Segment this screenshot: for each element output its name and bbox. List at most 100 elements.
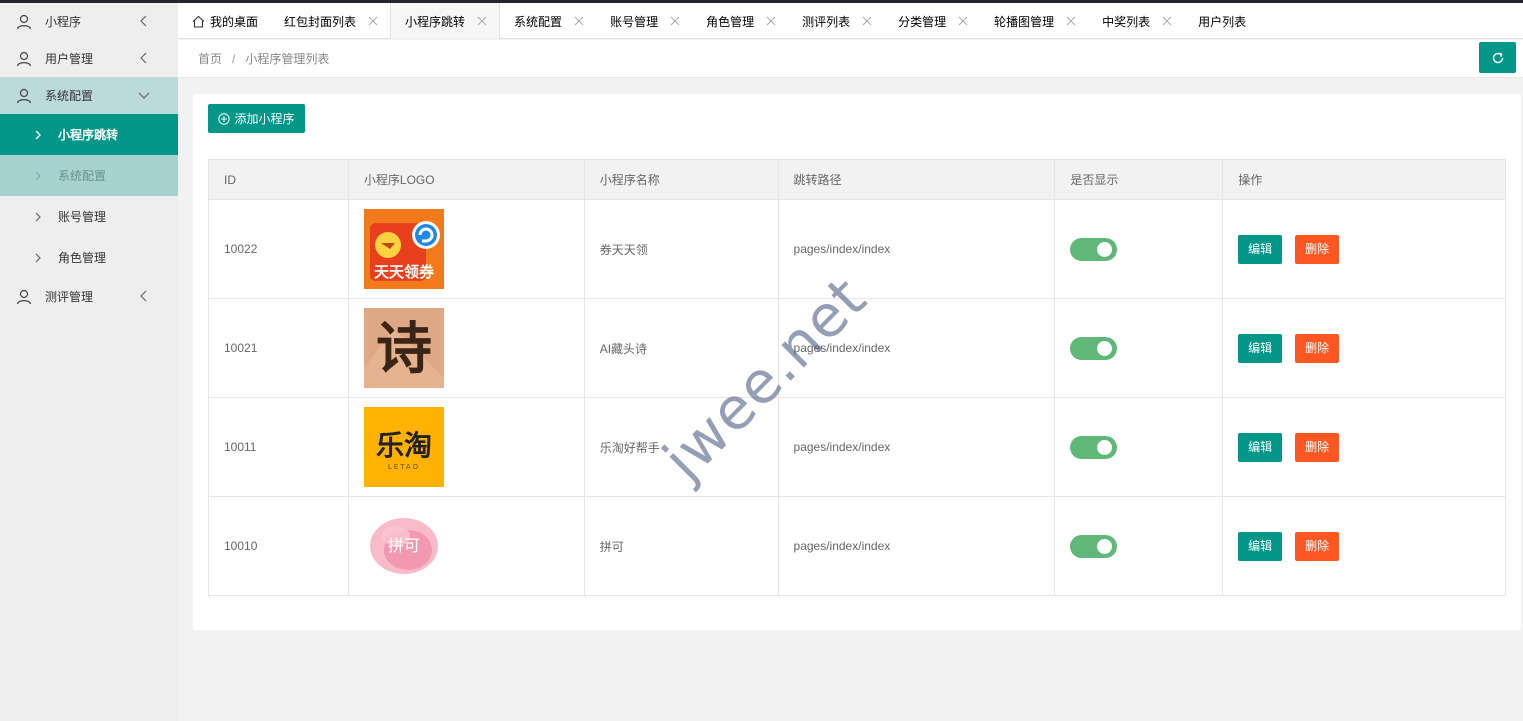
cell-path: pages/index/index	[777, 199, 1056, 299]
chevron-left-icon	[140, 290, 147, 302]
visibility-toggle[interactable]	[1070, 336, 1118, 360]
tab-categories[interactable]: 分类管理	[884, 3, 980, 39]
cell-path: pages/index/index	[777, 397, 1056, 497]
edit-button[interactable]: 编辑	[1238, 333, 1283, 363]
user-icon	[16, 51, 32, 66]
close-icon[interactable]	[958, 16, 968, 26]
delete-button[interactable]: 删除	[1295, 531, 1340, 561]
chevron-right-icon	[35, 253, 41, 262]
chevron-left-icon	[140, 52, 147, 64]
chevron-right-icon	[35, 130, 41, 139]
cell-logo: 拼可	[347, 496, 585, 596]
svg-text:LETAO: LETAO	[388, 463, 420, 471]
edit-button[interactable]: 编辑	[1238, 234, 1283, 264]
sidebar-item-label: 系统配置	[45, 89, 94, 103]
refresh-button[interactable]	[1479, 42, 1516, 73]
table-row: 10022 天天领券 券天天领 pages/index/index 编辑 删除	[208, 199, 1506, 299]
close-icon[interactable]	[766, 16, 776, 26]
close-icon[interactable]	[477, 16, 487, 26]
cell-name: 券天天领	[583, 199, 779, 299]
visibility-toggle[interactable]	[1070, 237, 1118, 261]
toggle-knob	[1097, 340, 1113, 356]
toggle-knob	[1097, 439, 1113, 455]
tab-roles[interactable]: 角色管理	[692, 3, 788, 39]
home-icon	[192, 15, 205, 28]
table-row: 10010 拼可 拼可 pages/index/index 编辑 删除	[208, 496, 1506, 596]
visibility-toggle[interactable]	[1070, 435, 1118, 459]
sidebar-item-users[interactable]: 用户管理	[0, 40, 178, 77]
close-icon[interactable]	[574, 16, 584, 26]
cell-logo: 天天领券	[347, 199, 585, 299]
tab-accounts[interactable]: 账号管理	[596, 3, 692, 39]
close-icon[interactable]	[670, 16, 680, 26]
table-header-row: ID 小程序LOGO 小程序名称 跳转路径 是否显示 操作	[208, 159, 1506, 200]
add-button-label: 添加小程序	[234, 112, 295, 126]
visibility-toggle[interactable]	[1070, 534, 1118, 558]
tab-red-envelope-list[interactable]: 红包封面列表	[270, 3, 390, 39]
sidebar-subitem-system-config[interactable]: 系统配置	[0, 155, 178, 196]
delete-button[interactable]: 删除	[1295, 234, 1340, 264]
sidebar-subitem-label: 账号管理	[58, 210, 107, 224]
cell-logo: 诗	[347, 298, 585, 398]
close-icon[interactable]	[1162, 16, 1172, 26]
letao-logo-image: 乐淘 LETAO	[363, 407, 444, 487]
cell-id: 10021	[208, 298, 349, 398]
sidebar-subitem-roles[interactable]: 角色管理	[0, 237, 178, 278]
cell-visible	[1054, 199, 1224, 299]
close-icon[interactable]	[368, 16, 378, 26]
tab-label: 分类管理	[898, 14, 947, 29]
chevron-down-icon	[138, 92, 150, 99]
tab-users[interactable]: 用户列表	[1184, 3, 1258, 39]
sidebar-item-label: 小程序	[45, 15, 82, 29]
table-row: 10021 诗 AI藏头诗 pages/index/index 编辑 删除	[208, 298, 1506, 398]
breadcrumb-home[interactable]: 首页	[198, 50, 222, 67]
toggle-knob	[1097, 241, 1113, 257]
sidebar-subitem-miniprogram-jump[interactable]: 小程序跳转	[0, 114, 178, 155]
column-header-id: ID	[208, 159, 349, 200]
table-row: 10011 乐淘 LETAO 乐淘好帮手 pages/index/index 编…	[208, 397, 1506, 497]
tab-label: 我的桌面	[210, 14, 259, 29]
breadcrumb: 首页 / 小程序管理列表	[178, 40, 1523, 78]
tab-desktop[interactable]: 我的桌面	[178, 3, 270, 39]
tab-label: 红包封面列表	[284, 14, 357, 29]
tab-label: 小程序跳转	[405, 14, 466, 29]
chevron-left-icon	[140, 15, 147, 27]
chevron-right-icon	[35, 171, 41, 180]
tab-system-config[interactable]: 系统配置	[500, 3, 596, 39]
sidebar-subitem-accounts[interactable]: 账号管理	[0, 196, 178, 237]
tab-label: 用户列表	[1198, 14, 1247, 29]
cell-path: pages/index/index	[777, 496, 1056, 596]
breadcrumb-current: 小程序管理列表	[245, 52, 330, 66]
tab-winners[interactable]: 中奖列表	[1088, 3, 1184, 39]
column-header-path: 跳转路径	[777, 159, 1056, 200]
pinke-logo-image: 拼可	[363, 506, 444, 586]
close-icon[interactable]	[862, 16, 872, 26]
user-icon	[16, 289, 32, 304]
close-icon[interactable]	[1066, 16, 1076, 26]
svg-text:诗: 诗	[376, 316, 432, 382]
cell-id: 10022	[208, 199, 349, 299]
tab-label: 角色管理	[706, 14, 755, 29]
column-header-actions: 操作	[1222, 159, 1506, 200]
cell-visible	[1054, 496, 1224, 596]
sidebar: 小程序 用户管理 系统配置 小程序跳转 系统配置 账号管理 角色管理 测评管理	[0, 3, 178, 721]
add-miniprogram-button[interactable]: 添加小程序	[208, 104, 305, 133]
tab-evaluation-list[interactable]: 测评列表	[788, 3, 884, 39]
user-icon	[16, 14, 32, 29]
sidebar-subitem-label: 系统配置	[58, 169, 107, 183]
sidebar-item-system-config[interactable]: 系统配置	[0, 77, 178, 114]
column-header-visible: 是否显示	[1054, 159, 1224, 200]
tab-label: 系统配置	[514, 14, 563, 29]
cell-path: pages/index/index	[777, 298, 1056, 398]
poem-logo-image: 诗	[363, 308, 444, 388]
edit-button[interactable]: 编辑	[1238, 432, 1283, 462]
tab-carousel[interactable]: 轮播图管理	[980, 3, 1088, 39]
tab-label: 中奖列表	[1102, 14, 1151, 29]
cell-visible	[1054, 298, 1224, 398]
delete-button[interactable]: 删除	[1295, 432, 1340, 462]
sidebar-item-miniprogram[interactable]: 小程序	[0, 3, 178, 40]
tab-miniprogram-jump[interactable]: 小程序跳转	[390, 3, 501, 39]
edit-button[interactable]: 编辑	[1238, 531, 1283, 561]
delete-button[interactable]: 删除	[1295, 333, 1340, 363]
sidebar-item-evaluation[interactable]: 测评管理	[0, 278, 178, 315]
